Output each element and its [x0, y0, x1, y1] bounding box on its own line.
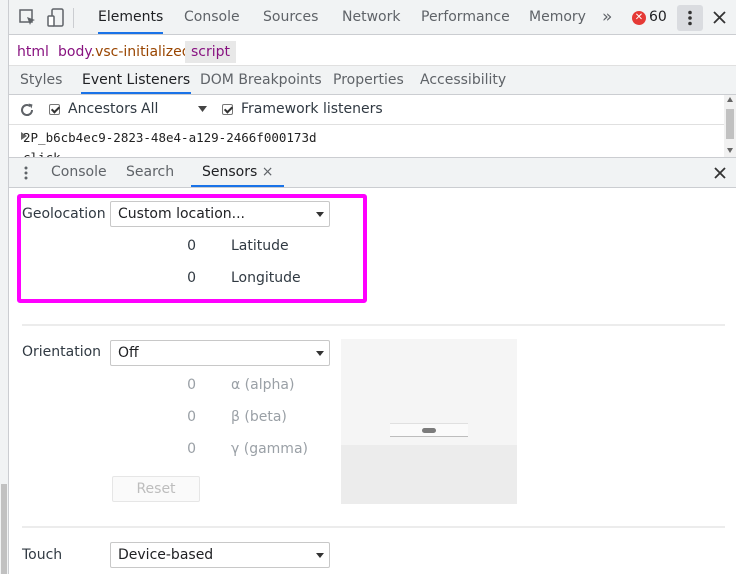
tab-event-listeners[interactable]: Event Listeners	[81, 66, 192, 94]
device-home-button	[422, 428, 436, 433]
ancestors-label: Ancestors	[68, 101, 138, 117]
close-tab-icon[interactable]: ×	[262, 164, 274, 180]
devtools-main-toolbar: Elements Console Sources Network Perform…	[9, 0, 736, 35]
tab-sources[interactable]: Sources	[263, 0, 318, 34]
orientation-preview-floor	[341, 445, 517, 504]
tab-accessibility[interactable]: Accessibility	[420, 66, 506, 94]
orientation-select-value: Off	[118, 345, 139, 361]
breadcrumb-script-label: script	[191, 44, 231, 60]
close-devtools-icon[interactable]	[713, 11, 726, 24]
refresh-icon[interactable]	[19, 102, 35, 118]
inspect-element-icon[interactable]	[19, 9, 37, 27]
drawer-menu-icon[interactable]	[23, 165, 29, 181]
device-model	[390, 423, 468, 437]
drawer-tab-console[interactable]: Console	[51, 158, 107, 187]
listeners-scroll-thumb[interactable]	[726, 109, 734, 139]
error-count[interactable]: 60	[649, 0, 667, 34]
tab-dom-breakpoints[interactable]: DOM Breakpoints	[200, 66, 322, 94]
tab-memory[interactable]: Memory	[529, 0, 586, 34]
left-scroll-thumb[interactable]	[1, 484, 7, 574]
scroll-up-icon[interactable]	[727, 97, 733, 102]
listeners-scrollbar[interactable]	[724, 95, 736, 157]
chevron-down-icon	[316, 553, 324, 558]
gamma-input[interactable]: 0	[146, 441, 196, 457]
listener-filter-select[interactable]: All	[141, 101, 158, 117]
error-icon[interactable]: ✕	[632, 11, 646, 25]
drawer-tab-sensors[interactable]: Sensors ×	[191, 158, 285, 187]
ancestors-checkbox[interactable]	[49, 104, 60, 115]
more-tabs-button[interactable]: »	[602, 0, 612, 34]
touch-select-value: Device-based	[118, 547, 214, 563]
tab-elements[interactable]: Elements	[98, 0, 164, 34]
alpha-label: α (alpha)	[231, 377, 295, 393]
breadcrumb-body-tag: body	[58, 44, 91, 60]
gamma-label: γ (gamma)	[231, 441, 308, 457]
chevron-down-icon	[316, 351, 324, 356]
breadcrumb-body[interactable]: body.vsc-initialized	[52, 41, 197, 63]
tab-properties[interactable]: Properties	[333, 66, 404, 94]
section-divider	[22, 526, 725, 528]
listener-name: 2P_b6cb4ec9-2823-48e4-a129-2466f000173d	[23, 130, 317, 145]
tab-performance[interactable]: Performance	[421, 0, 510, 34]
framework-listeners-checkbox[interactable]	[222, 104, 233, 115]
breadcrumb-script[interactable]: script	[185, 41, 237, 63]
tab-console[interactable]: Console	[184, 0, 240, 34]
event-listener-entry[interactable]: 2P_b6cb4ec9-2823-48e4-a129-2466f000173d …	[9, 125, 724, 157]
beta-label: β (beta)	[231, 409, 287, 425]
touch-label: Touch	[22, 547, 63, 563]
tab-network[interactable]: Network	[342, 0, 400, 34]
orientation-label: Orientation	[22, 344, 102, 360]
listener-name-next: click	[23, 150, 61, 157]
tab-styles[interactable]: Styles	[20, 66, 62, 94]
orientation-select[interactable]: Off	[110, 340, 330, 366]
drawer-tab-bar: Console Search Sensors ×	[9, 157, 736, 188]
customize-menu-button[interactable]	[677, 5, 703, 31]
left-edge-scrollbar[interactable]	[0, 0, 9, 574]
reset-button[interactable]: Reset	[112, 476, 200, 502]
chevron-down-icon[interactable]	[198, 106, 207, 113]
beta-input[interactable]: 0	[146, 409, 196, 425]
orientation-preview[interactable]	[341, 339, 517, 504]
kebab-menu-icon	[688, 10, 692, 26]
framework-listeners-label: Framework listeners	[241, 101, 383, 117]
geolocation-highlight	[17, 194, 367, 303]
close-drawer-icon[interactable]	[714, 167, 726, 179]
device-toolbar-icon[interactable]	[47, 8, 65, 28]
sidebar-tabs: Styles Event Listeners DOM Breakpoints P…	[9, 66, 736, 95]
elements-breadcrumb: html body.vsc-initialized script	[9, 36, 736, 66]
scroll-down-icon[interactable]	[727, 148, 733, 153]
touch-select[interactable]: Device-based	[110, 542, 330, 568]
alpha-input[interactable]: 0	[146, 377, 196, 393]
breadcrumb-body-class: .vsc-initialized	[90, 44, 191, 60]
section-divider	[22, 324, 725, 326]
event-listeners-toolbar: Ancestors All Framework listeners	[9, 95, 724, 125]
drawer-tab-sensors-label: Sensors	[202, 164, 258, 180]
breadcrumb-html[interactable]: html	[11, 41, 55, 63]
drawer-tab-search[interactable]: Search	[126, 158, 174, 187]
breadcrumb-html-label: html	[17, 44, 49, 60]
